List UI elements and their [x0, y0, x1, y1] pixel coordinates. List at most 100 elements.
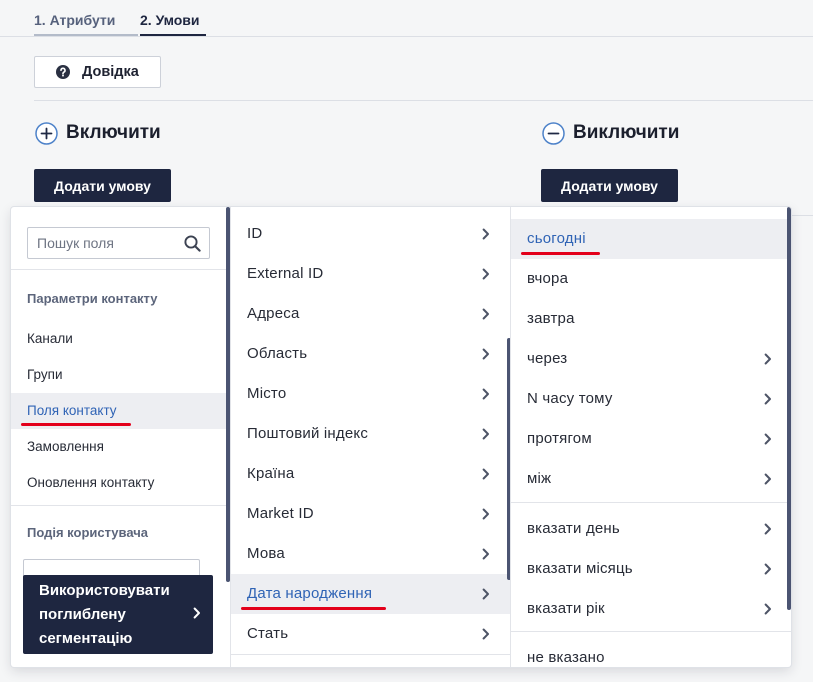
field-item[interactable]: Поштовий індекс	[231, 414, 510, 454]
group-title-contact: Параметри контакту	[27, 291, 158, 306]
category-item-label: Поля контакту	[21, 403, 131, 426]
divider	[11, 269, 230, 270]
field-item-label: Стать	[247, 625, 289, 642]
search-input[interactable]	[28, 228, 209, 258]
include-title: Включити	[66, 122, 161, 143]
category-column: Параметри контакту Канали Групи Поля конта…	[11, 207, 231, 667]
help-button[interactable]: Довідка	[34, 56, 161, 88]
condition-item[interactable]: через	[511, 339, 791, 379]
search-icon[interactable]	[184, 235, 201, 252]
exclude-title: Виключити	[573, 122, 680, 143]
category-item-label: Канали	[27, 331, 73, 346]
divider	[11, 505, 230, 506]
condition-item-label: між	[527, 470, 552, 487]
field-item-label: Дата народження	[240, 585, 387, 610]
category-item[interactable]: Канали	[11, 321, 226, 357]
field-item-label: Адреса	[247, 305, 300, 322]
category-item[interactable]: Групи	[11, 357, 226, 393]
condition-item[interactable]: завтра	[511, 299, 791, 339]
category-item[interactable]: Замовлення	[11, 429, 226, 465]
field-item-label: Область	[247, 345, 308, 362]
field-item[interactable]: Market ID	[231, 494, 510, 534]
scrollbar-thumb[interactable]	[226, 207, 230, 582]
condition-item-label: не вказано	[527, 649, 605, 666]
field-item-label: Мова	[247, 545, 285, 562]
chevron-right-icon	[482, 428, 490, 440]
chevron-right-icon	[482, 228, 490, 240]
field-item[interactable]: Адреса	[231, 294, 510, 334]
chevron-right-icon	[482, 508, 490, 520]
advanced-segmentation-label: Використовувати поглиблену сегментацію	[39, 582, 170, 647]
chevron-right-icon	[193, 607, 201, 619]
chevron-right-icon	[764, 523, 772, 535]
field-item-label: ID	[247, 225, 263, 242]
category-item[interactable]: Поля контакту	[11, 393, 226, 429]
field-item[interactable]: Мова	[231, 534, 510, 574]
condition-item-label: вказати місяць	[527, 560, 633, 577]
condition-item-label: протягом	[527, 430, 592, 447]
field-item[interactable]: Країна	[231, 454, 510, 494]
advanced-segmentation-button[interactable]: Використовувати поглиблену сегментацію	[23, 575, 213, 654]
field-item[interactable]: External ID	[231, 254, 510, 294]
field-item-label: Країна	[247, 465, 295, 482]
field-search[interactable]	[27, 227, 210, 259]
field-list: ID External ID Адреса Область Місто Поштовий …	[231, 214, 510, 655]
field-item[interactable]: Область	[231, 334, 510, 374]
chevron-right-icon	[482, 588, 490, 600]
exclude-header: Виключити	[542, 121, 679, 145]
condition-item-label: вчора	[527, 270, 569, 287]
include-add-condition-button[interactable]: Додати умову	[34, 169, 171, 202]
minus-circle-icon	[542, 121, 565, 145]
plus-circle-icon	[35, 121, 58, 145]
chevron-right-icon	[764, 563, 772, 575]
condition-item-label: N часу тому	[527, 390, 613, 407]
category-item-label: Групи	[27, 367, 63, 382]
condition-item[interactable]: N часу тому	[511, 379, 791, 419]
scrollbar-thumb[interactable]	[787, 207, 791, 610]
condition-item[interactable]: вказати місяць	[511, 549, 791, 589]
chevron-right-icon	[482, 268, 490, 280]
exclude-add-condition-button[interactable]: Додати умову	[541, 169, 678, 202]
condition-item[interactable]: не вказано	[511, 638, 791, 667]
chevron-right-icon	[482, 388, 490, 400]
chevron-right-icon	[482, 628, 490, 640]
condition-group: не вказано	[511, 631, 791, 667]
chevron-right-icon	[764, 473, 772, 485]
condition-item[interactable]: між	[511, 459, 791, 499]
field-item-label: Market ID	[247, 505, 314, 522]
divider	[34, 100, 813, 101]
condition-group: вказати день вказати місяць вказати рік	[511, 502, 791, 631]
condition-group: сьогодні вчора завтра через N часу тому протя…	[511, 207, 791, 502]
category-item[interactable]: Оновлення контакту	[11, 465, 226, 501]
field-item-label: External ID	[247, 265, 324, 282]
group-title-event: Подія користувача	[27, 525, 149, 540]
condition-item[interactable]: вчора	[511, 259, 791, 299]
field-picker-dropdown: Параметри контакту Канали Групи Поля конта…	[11, 207, 791, 667]
chevron-right-icon	[764, 393, 772, 405]
condition-item-label: сьогодні	[521, 230, 600, 255]
chevron-right-icon	[764, 353, 772, 365]
field-item[interactable]: Дата народження	[231, 574, 510, 614]
condition-item[interactable]: протягом	[511, 419, 791, 459]
field-item[interactable]: Місто	[231, 374, 510, 414]
condition-item[interactable]: сьогодні	[511, 219, 791, 259]
condition-item-label: вказати день	[527, 520, 620, 537]
category-item-label: Оновлення контакту	[27, 475, 155, 490]
field-item[interactable]: ID	[231, 214, 510, 254]
chevron-right-icon	[482, 468, 490, 480]
condition-column: сьогодні вчора завтра через N часу тому протя…	[511, 207, 791, 667]
condition-item[interactable]: вказати день	[511, 509, 791, 549]
category-item-label: Замовлення	[27, 439, 104, 454]
chevron-right-icon	[764, 603, 772, 615]
chevron-right-icon	[482, 548, 490, 560]
condition-list: сьогодні вчора завтра через N часу тому протя…	[511, 207, 791, 667]
condition-item[interactable]: вказати рік	[511, 589, 791, 629]
category-list: Канали Групи Поля контакту Замовлення Оновле…	[11, 321, 226, 501]
tab-attributes[interactable]: 1. Атрибути	[34, 11, 138, 36]
field-item[interactable]: Стать	[231, 614, 510, 654]
tab-conditions[interactable]: 2. Умови	[140, 11, 206, 36]
include-header: Включити	[35, 121, 161, 145]
field-item-label: Місто	[247, 385, 287, 402]
field-column: ID External ID Адреса Область Місто Поштовий …	[231, 207, 511, 667]
question-circle-icon	[56, 65, 70, 79]
